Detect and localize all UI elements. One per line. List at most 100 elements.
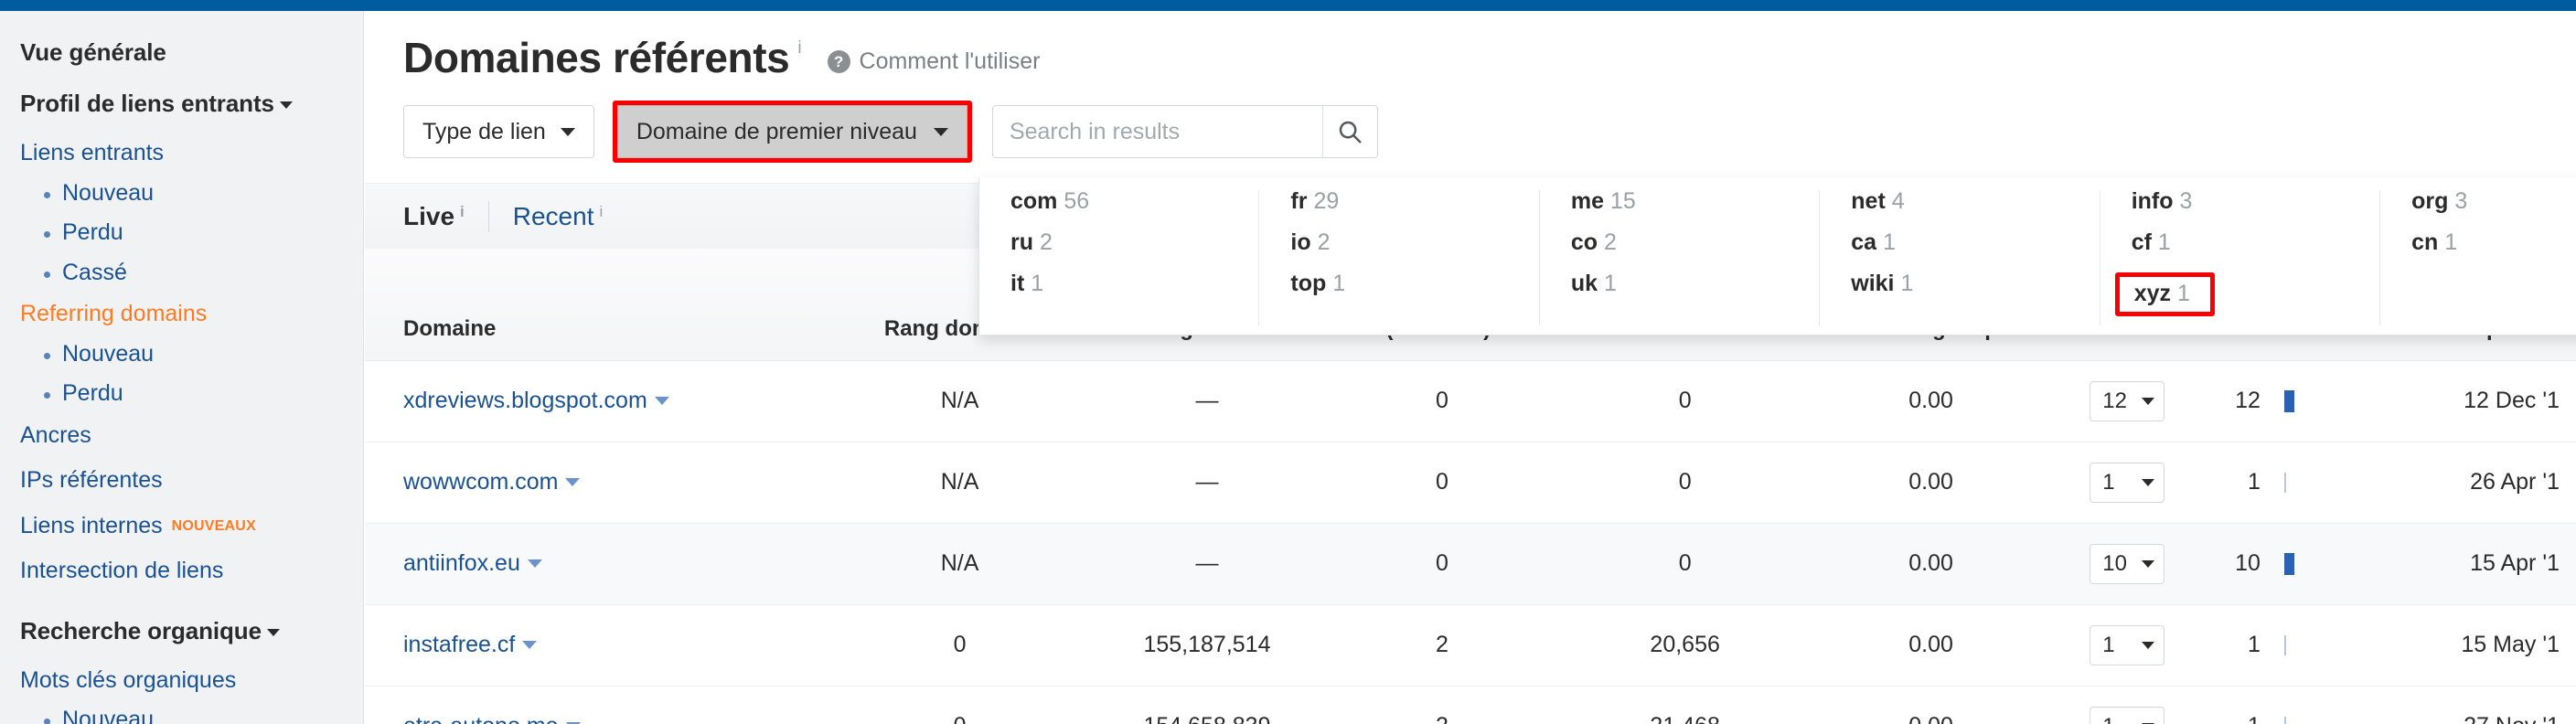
tld-filter-button[interactable]: Domaine de premier niveau <box>616 105 967 158</box>
main-content: Domaines référents i ? Comment l'utilise… <box>365 11 2576 724</box>
tld-option-name: it <box>1010 271 1025 296</box>
tld-option-net[interactable]: net 4 <box>1851 190 1904 213</box>
tab-divider <box>487 200 489 232</box>
col-header-domain[interactable]: Domaine <box>365 249 839 361</box>
ahrefs-referring-domains-page: Vue générale Profil de liens entrants Li… <box>0 0 2576 724</box>
info-icon[interactable]: i <box>599 203 603 221</box>
dofollow-bar <box>2283 716 2286 724</box>
sidebar-item-organic-keywords[interactable]: Mots clés organiques <box>20 667 363 694</box>
tld-option-name: io <box>1290 229 1311 255</box>
tld-column: com 56 ru 2 it 1 <box>979 190 1258 325</box>
sidebar-item-overview[interactable]: Vue générale <box>20 38 363 67</box>
domain-link[interactable]: etre-autono.me <box>403 713 559 724</box>
domain-link[interactable]: instafree.cf <box>403 632 515 657</box>
sidebar-subitem-backlinks-broken[interactable]: Cassé <box>20 260 363 286</box>
cell-domain: instafree.cf <box>365 604 839 687</box>
chevron-down-icon[interactable] <box>654 397 669 406</box>
cell-last-seen: 27 Nov '1 <box>2381 686 2576 724</box>
links-to-target-select[interactable]: 1 <box>2090 706 2165 724</box>
tld-option-name: net <box>1851 188 1886 214</box>
search-button[interactable] <box>1321 106 1377 157</box>
table-row[interactable]: xdreviews.blogspot.com N/A —0 0 0.00 12 12 12 D… <box>365 360 2576 442</box>
tld-option-me[interactable]: me 15 <box>1571 190 1636 213</box>
sidebar-subitem-backlinks-lost[interactable]: Perdu <box>20 219 363 246</box>
links-to-target-select[interactable]: 1 <box>2090 462 2165 503</box>
table-row[interactable]: antiinfox.eu N/A —0 0 0.00 10 10 15 Apr '1 <box>365 523 2576 605</box>
chevron-down-icon[interactable] <box>527 559 542 569</box>
tld-filter-highlight: Domaine de premier niveau <box>612 101 972 163</box>
tld-option-uk[interactable]: uk 1 <box>1571 272 1617 295</box>
pct-dofollow-value: 10 <box>2235 550 2261 577</box>
cell-links-to-target: 1 <box>2043 604 2211 687</box>
sidebar-group-backlink-profile[interactable]: Profil de liens entrants <box>20 90 363 118</box>
tld-option-wiki[interactable]: wiki 1 <box>1851 272 1913 295</box>
tld-option-ca[interactable]: ca 1 <box>1851 231 1896 254</box>
links-to-target-select[interactable]: 1 <box>2090 624 2165 665</box>
tld-option-count: 15 <box>1609 188 1636 214</box>
sidebar-group-organic-search[interactable]: Recherche organique <box>20 617 363 645</box>
info-icon[interactable]: i <box>460 203 465 221</box>
tld-option-org[interactable]: org 3 <box>2411 190 2467 213</box>
table-row[interactable]: etre-autono.me 0154,658,839221,4680.00 1 1 2… <box>365 686 2576 724</box>
tab-recent[interactable]: Recent i <box>513 202 604 231</box>
cell-domains-dofollow: 21,468 <box>1551 686 1819 724</box>
tld-option-it[interactable]: it 1 <box>1010 272 1043 295</box>
sidebar-item-anchors[interactable]: Ancres <box>20 422 363 449</box>
sidebar-subitem-organic-new[interactable]: Nouveau <box>20 707 363 724</box>
domain-link[interactable]: antiinfox.eu <box>403 550 520 576</box>
sidebar-item-referring-domains[interactable]: Referring domains <box>20 301 363 327</box>
info-icon[interactable]: i <box>797 38 801 59</box>
cell-pct-dofollow: 1 <box>2210 604 2382 687</box>
link-type-filter-label: Type de lien <box>422 118 546 144</box>
tld-option-top[interactable]: top 1 <box>1290 272 1345 295</box>
cell-referring-domains: 2 <box>1332 686 1552 724</box>
sidebar-subitem-backlinks-new[interactable]: Nouveau <box>20 179 363 207</box>
tab-live[interactable]: Live i <box>403 202 465 231</box>
sidebar-item-referring-ips[interactable]: IPs référentes <box>20 467 363 494</box>
tld-option-xyz[interactable]: xyz 1 <box>2114 272 2215 316</box>
tld-option-com[interactable]: com 56 <box>1010 190 1089 213</box>
sidebar-item-link-intersect[interactable]: Intersection de liens <box>20 558 363 584</box>
tld-option-count: 1 <box>1332 271 1346 296</box>
tld-option-io[interactable]: io 2 <box>1290 231 1330 254</box>
how-to-use-label: Comment l'utiliser <box>859 48 1041 74</box>
top-accent-bar <box>0 0 2576 11</box>
tld-option-co[interactable]: co 2 <box>1571 231 1617 254</box>
sidebar-item-backlinks[interactable]: Liens entrants <box>20 140 363 166</box>
tld-option-cn[interactable]: cn 1 <box>2411 231 2457 254</box>
cell-referring-domains: 0 <box>1332 360 1552 442</box>
cell-links-to-target: 1 <box>2043 442 2211 524</box>
tld-option-count: 1 <box>2177 281 2190 306</box>
tld-option-cf[interactable]: cf 1 <box>2132 231 2171 254</box>
links-to-target-select[interactable]: 10 <box>2090 543 2165 584</box>
domain-link[interactable]: wowwcom.com <box>403 469 558 495</box>
tld-option-ru[interactable]: ru 2 <box>1010 231 1053 254</box>
left-sidebar: Vue générale Profil de liens entrants Li… <box>0 11 364 724</box>
search-input[interactable] <box>992 106 1322 157</box>
link-type-filter-button[interactable]: Type de lien <box>403 105 594 158</box>
chevron-down-icon[interactable] <box>565 478 581 487</box>
tld-option-count: 3 <box>2179 188 2193 214</box>
tld-option-name: uk <box>1570 271 1598 296</box>
sidebar-referring-sublist: Nouveau Perdu <box>20 341 363 407</box>
sidebar-item-internal-links[interactable]: Liens internes NOUVEAUX <box>20 513 363 539</box>
tld-option-info[interactable]: info 3 <box>2132 190 2193 213</box>
chevron-down-icon[interactable] <box>522 641 538 650</box>
table-row[interactable]: instafree.cf 0 155,187,514 2 20,656 0.00 1 1 15 … <box>365 604 2576 687</box>
tld-option-count: 1 <box>2444 229 2458 255</box>
cell-domain: antiinfox.eu <box>365 523 839 605</box>
cell-domain-rank: 0 <box>838 604 1082 687</box>
chevron-down-icon <box>2142 397 2155 405</box>
how-to-use-link[interactable]: ? Comment l'utiliser <box>827 48 1041 75</box>
tld-dropdown-panel[interactable]: com 56 ru 2 it 1 fr 29 io 2 top 1 me 15 co 2 uk 1 net 4 ca 1 w… <box>978 177 2576 335</box>
sidebar-subitem-refdomains-lost[interactable]: Perdu <box>20 380 363 407</box>
tld-option-fr[interactable]: fr 29 <box>1290 190 1339 213</box>
table-row[interactable]: wowwcom.com N/A —0 0 0.00 1 1 26 Apr '1 <box>365 442 2576 524</box>
sidebar-subitem-label: Nouveau <box>62 179 155 206</box>
tld-option-name: wiki <box>1851 271 1895 296</box>
domain-link[interactable]: xdreviews.blogspot.com <box>403 388 647 413</box>
cell-organic-traffic: 0.00 <box>1818 523 2044 605</box>
cell-organic-traffic: 0.00 <box>1818 442 2044 524</box>
sidebar-subitem-refdomains-new[interactable]: Nouveau <box>20 341 363 367</box>
links-to-target-select[interactable]: 12 <box>2090 380 2165 421</box>
